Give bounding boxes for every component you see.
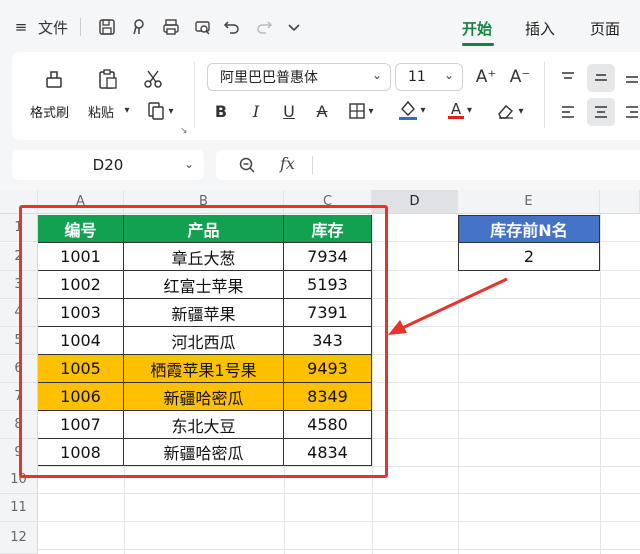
annotation-arrow	[388, 277, 508, 335]
